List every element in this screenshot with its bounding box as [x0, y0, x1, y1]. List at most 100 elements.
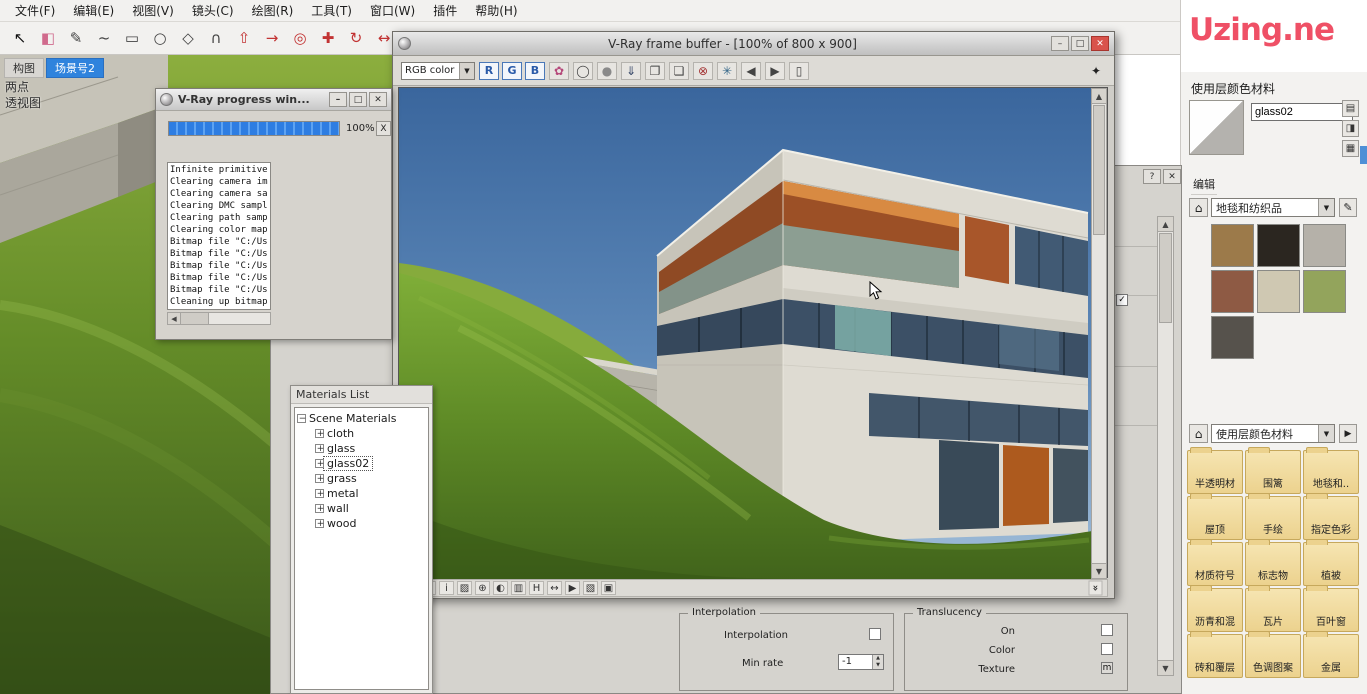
duplicate-buffer-icon[interactable]: ▧	[583, 581, 598, 595]
arc-tool-icon[interactable]: ∩	[203, 25, 229, 51]
menu-item[interactable]: 镜头(C)	[183, 2, 243, 19]
help-button[interactable]: ?	[1143, 169, 1161, 184]
scroll-up-icon[interactable]: ▲	[1092, 89, 1106, 104]
close-button[interactable]: ✕	[1163, 169, 1181, 184]
expand-icon[interactable]	[315, 489, 324, 498]
material-category-dropdown[interactable]: 地毯和纺织品 ▼	[1211, 198, 1335, 217]
menu-item[interactable]: 编辑(E)	[64, 2, 123, 19]
render-last-icon[interactable]: ▶	[565, 581, 580, 595]
material-preview-thumbnail[interactable]	[1189, 100, 1244, 155]
close-button[interactable]: ✕	[1091, 36, 1109, 51]
progress-titlebar[interactable]: V-Ray progress win... – □ ✕	[156, 89, 391, 111]
material-tree-item[interactable]: glass	[297, 441, 426, 456]
material-tree-item[interactable]: wall	[297, 501, 426, 516]
material-category-folder[interactable]: 瓦片	[1245, 588, 1301, 632]
menu-item[interactable]: 帮助(H)	[466, 2, 526, 19]
collapse-toolbar-icon[interactable]: »	[1089, 581, 1103, 596]
scroll-up-icon[interactable]: ▲	[1158, 217, 1173, 232]
swatch-beige-grid[interactable]	[1257, 270, 1300, 313]
material-category-folder[interactable]: 金属	[1303, 634, 1359, 678]
next-collection-icon[interactable]: ▶	[1339, 424, 1357, 443]
swatch-red-carpet[interactable]	[1211, 270, 1254, 313]
swatch-dark-gray[interactable]	[1211, 316, 1254, 359]
swatch-gray-speckle[interactable]	[1303, 224, 1346, 267]
log-scrollbar[interactable]: ◀	[167, 312, 271, 325]
interpolation-checkbox[interactable]	[869, 628, 881, 640]
menu-item[interactable]: 窗口(W)	[361, 2, 424, 19]
material-tree-item[interactable]: grass	[297, 471, 426, 486]
expand-icon[interactable]	[315, 459, 324, 468]
swatch-weave-brown[interactable]	[1211, 224, 1254, 267]
home-icon[interactable]: ⌂	[1189, 424, 1208, 443]
scroll-down-icon[interactable]: ▼	[1092, 563, 1106, 578]
material-category-folder[interactable]: 围篱	[1245, 450, 1301, 494]
scroll-thumb[interactable]	[1159, 233, 1172, 323]
histogram-icon[interactable]: ▨	[457, 581, 472, 595]
swap-material-icon[interactable]: ◨	[1342, 120, 1359, 137]
material-tree-item[interactable]: metal	[297, 486, 426, 501]
scroll-down-icon[interactable]: ▼	[1158, 660, 1173, 675]
min-rate-spinner[interactable]: -1 ▲▼	[838, 654, 884, 670]
move-tool-icon[interactable]: ✚	[315, 25, 341, 51]
material-category-folder[interactable]: 材质符号	[1187, 542, 1243, 586]
followme-tool-icon[interactable]: →	[259, 25, 285, 51]
chevron-down-icon[interactable]: ▼	[1318, 425, 1334, 442]
min-rate-value[interactable]: -1	[839, 655, 872, 669]
material-category-folder[interactable]: 半透明材	[1187, 450, 1243, 494]
compare-next-icon[interactable]: ▶	[765, 62, 785, 80]
material-category-folder[interactable]: 地毯和..	[1303, 450, 1359, 494]
menu-item[interactable]: 视图(V)	[123, 2, 183, 19]
select-tool-icon[interactable]: ↖	[7, 25, 33, 51]
sample-paint-icon[interactable]: ✎	[1339, 198, 1357, 217]
material-tree-item[interactable]: glass02	[297, 456, 426, 471]
eraser-tool-icon[interactable]: ◧	[35, 25, 61, 51]
material-name-input[interactable]	[1251, 103, 1353, 121]
channel-toggle-button[interactable]: B	[525, 62, 545, 80]
swatch-black-gold-pattern[interactable]	[1257, 224, 1300, 267]
pushpull-tool-icon[interactable]: ⇧	[231, 25, 257, 51]
color-correction-icon[interactable]: ✳	[717, 62, 737, 80]
material-category-folder[interactable]: 砖和覆层	[1187, 634, 1243, 678]
editor-scrollbar[interactable]: ▲ ▼	[1157, 216, 1174, 676]
menu-item[interactable]: 绘图(R)	[243, 2, 303, 19]
lens-effects-icon[interactable]: ✦	[1086, 62, 1106, 80]
copy-image-icon[interactable]: ❐	[645, 62, 665, 80]
pixel-info-icon[interactable]: i	[439, 581, 454, 595]
sphere-preview-icon[interactable]: ●	[597, 62, 617, 80]
material-tree-item[interactable]: cloth	[297, 426, 426, 441]
stereo-view-icon[interactable]: ▥	[511, 581, 526, 595]
expand-icon[interactable]	[315, 429, 324, 438]
material-category-folder[interactable]: 标志物	[1245, 542, 1301, 586]
material-category-folder[interactable]: 沥青和混	[1187, 588, 1243, 632]
expand-icon[interactable]	[315, 474, 324, 483]
load-image-icon[interactable]: ❏	[669, 62, 689, 80]
clear-image-icon[interactable]: ⊗	[693, 62, 713, 80]
edit-tab[interactable]: 编辑	[1191, 176, 1217, 195]
material-category-folder[interactable]: 屋顶	[1187, 496, 1243, 540]
minimize-button[interactable]: –	[329, 92, 347, 107]
menu-item[interactable]: 工具(T)	[302, 2, 361, 19]
render-scrollbar[interactable]: ▲ ▼	[1091, 88, 1107, 579]
offset-tool-icon[interactable]: ◎	[287, 25, 313, 51]
maximize-button[interactable]: □	[1071, 36, 1089, 51]
polygon-tool-icon[interactable]: ◇	[175, 25, 201, 51]
freehand-tool-icon[interactable]: ~	[91, 25, 117, 51]
scene-tab-plan[interactable]: 构图	[4, 58, 44, 78]
horizontal-line-icon[interactable]: H	[529, 581, 544, 595]
circle-tool-icon[interactable]: ○	[147, 25, 173, 51]
material-category-folder[interactable]: 百叶窗	[1303, 588, 1359, 632]
frame-buffer-titlebar[interactable]: V-Ray frame buffer - [100% of 800 x 900]…	[393, 32, 1114, 56]
alpha-circle-icon[interactable]: ◯	[573, 62, 593, 80]
channel-toggle-button[interactable]: G	[502, 62, 522, 80]
close-button[interactable]: ✕	[369, 92, 387, 107]
channel-dropdown[interactable]: RGB color ▼	[401, 62, 475, 80]
expand-icon[interactable]	[315, 444, 324, 453]
stop-render-button[interactable]: X	[376, 121, 391, 136]
material-category-folder[interactable]: 手绘	[1245, 496, 1301, 540]
compare-prev-icon[interactable]: ◀	[741, 62, 761, 80]
rotate-tool-icon[interactable]: ↻	[343, 25, 369, 51]
scroll-thumb[interactable]	[181, 313, 209, 324]
pencil-tool-icon[interactable]: ✎	[63, 25, 89, 51]
translucency-texture-button[interactable]: m	[1101, 662, 1113, 674]
rectangle-tool-icon[interactable]: ▭	[119, 25, 145, 51]
